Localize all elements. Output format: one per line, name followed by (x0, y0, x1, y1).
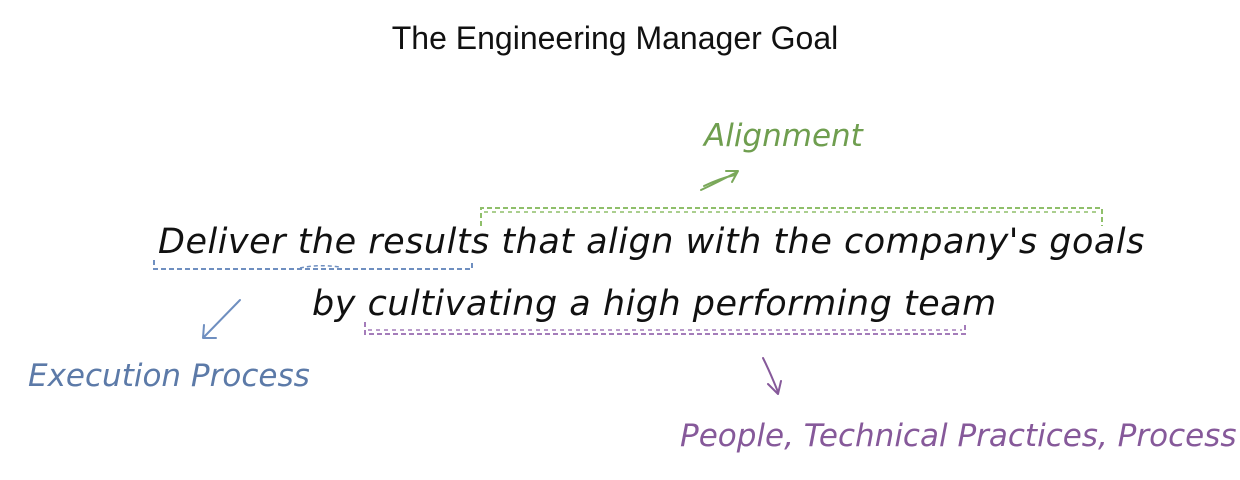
alignment-bracket (480, 207, 1103, 226)
execution-bracket (153, 260, 473, 270)
execution-bracket-curl (299, 264, 341, 269)
people-arrow-icon (762, 357, 782, 395)
execution-arrow-icon (202, 299, 241, 339)
annotation-overlay (153, 170, 1103, 395)
alignment-arrow-icon (700, 170, 739, 191)
people-bracket (364, 322, 966, 335)
